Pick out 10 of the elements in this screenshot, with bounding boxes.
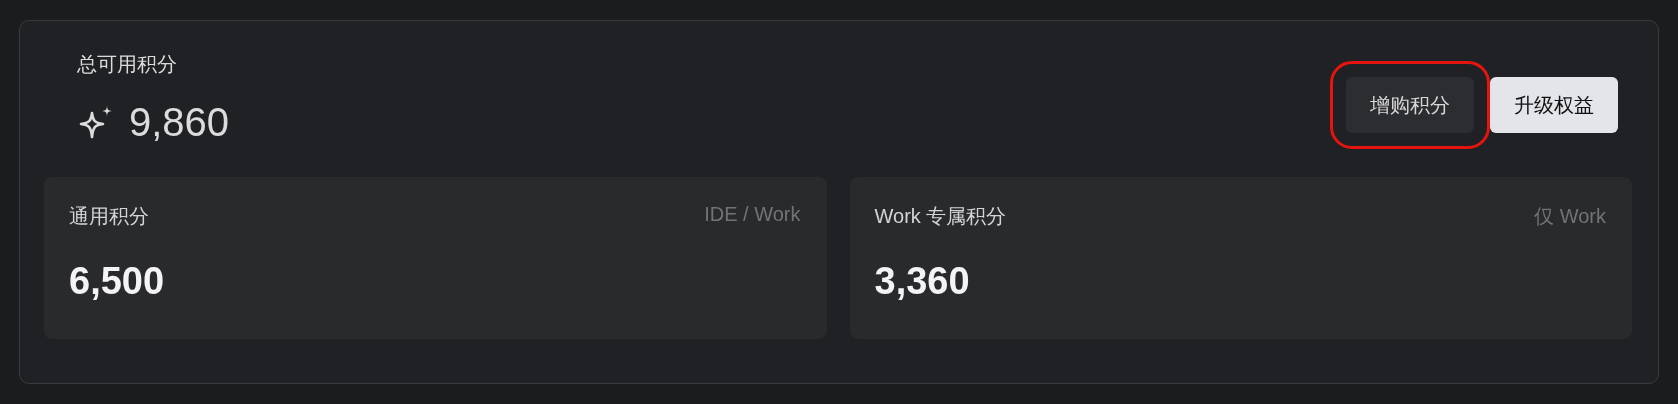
scope-label: IDE / Work (704, 203, 801, 227)
balance-value: 3,360 (874, 260, 971, 303)
balance-value: 6,500 (69, 260, 166, 303)
scope-label: 仅 Work (1534, 204, 1606, 229)
buy-points-button[interactable]: 增购积分 (1346, 77, 1474, 133)
balance-label: Work 专属积分 (874, 204, 1007, 229)
card-title: 总可用积分 (77, 52, 178, 77)
balance-label: 通用积分 (69, 204, 149, 229)
upgrade-button[interactable]: 升级权益 (1490, 77, 1618, 133)
total-points: 9,860 (129, 100, 230, 145)
